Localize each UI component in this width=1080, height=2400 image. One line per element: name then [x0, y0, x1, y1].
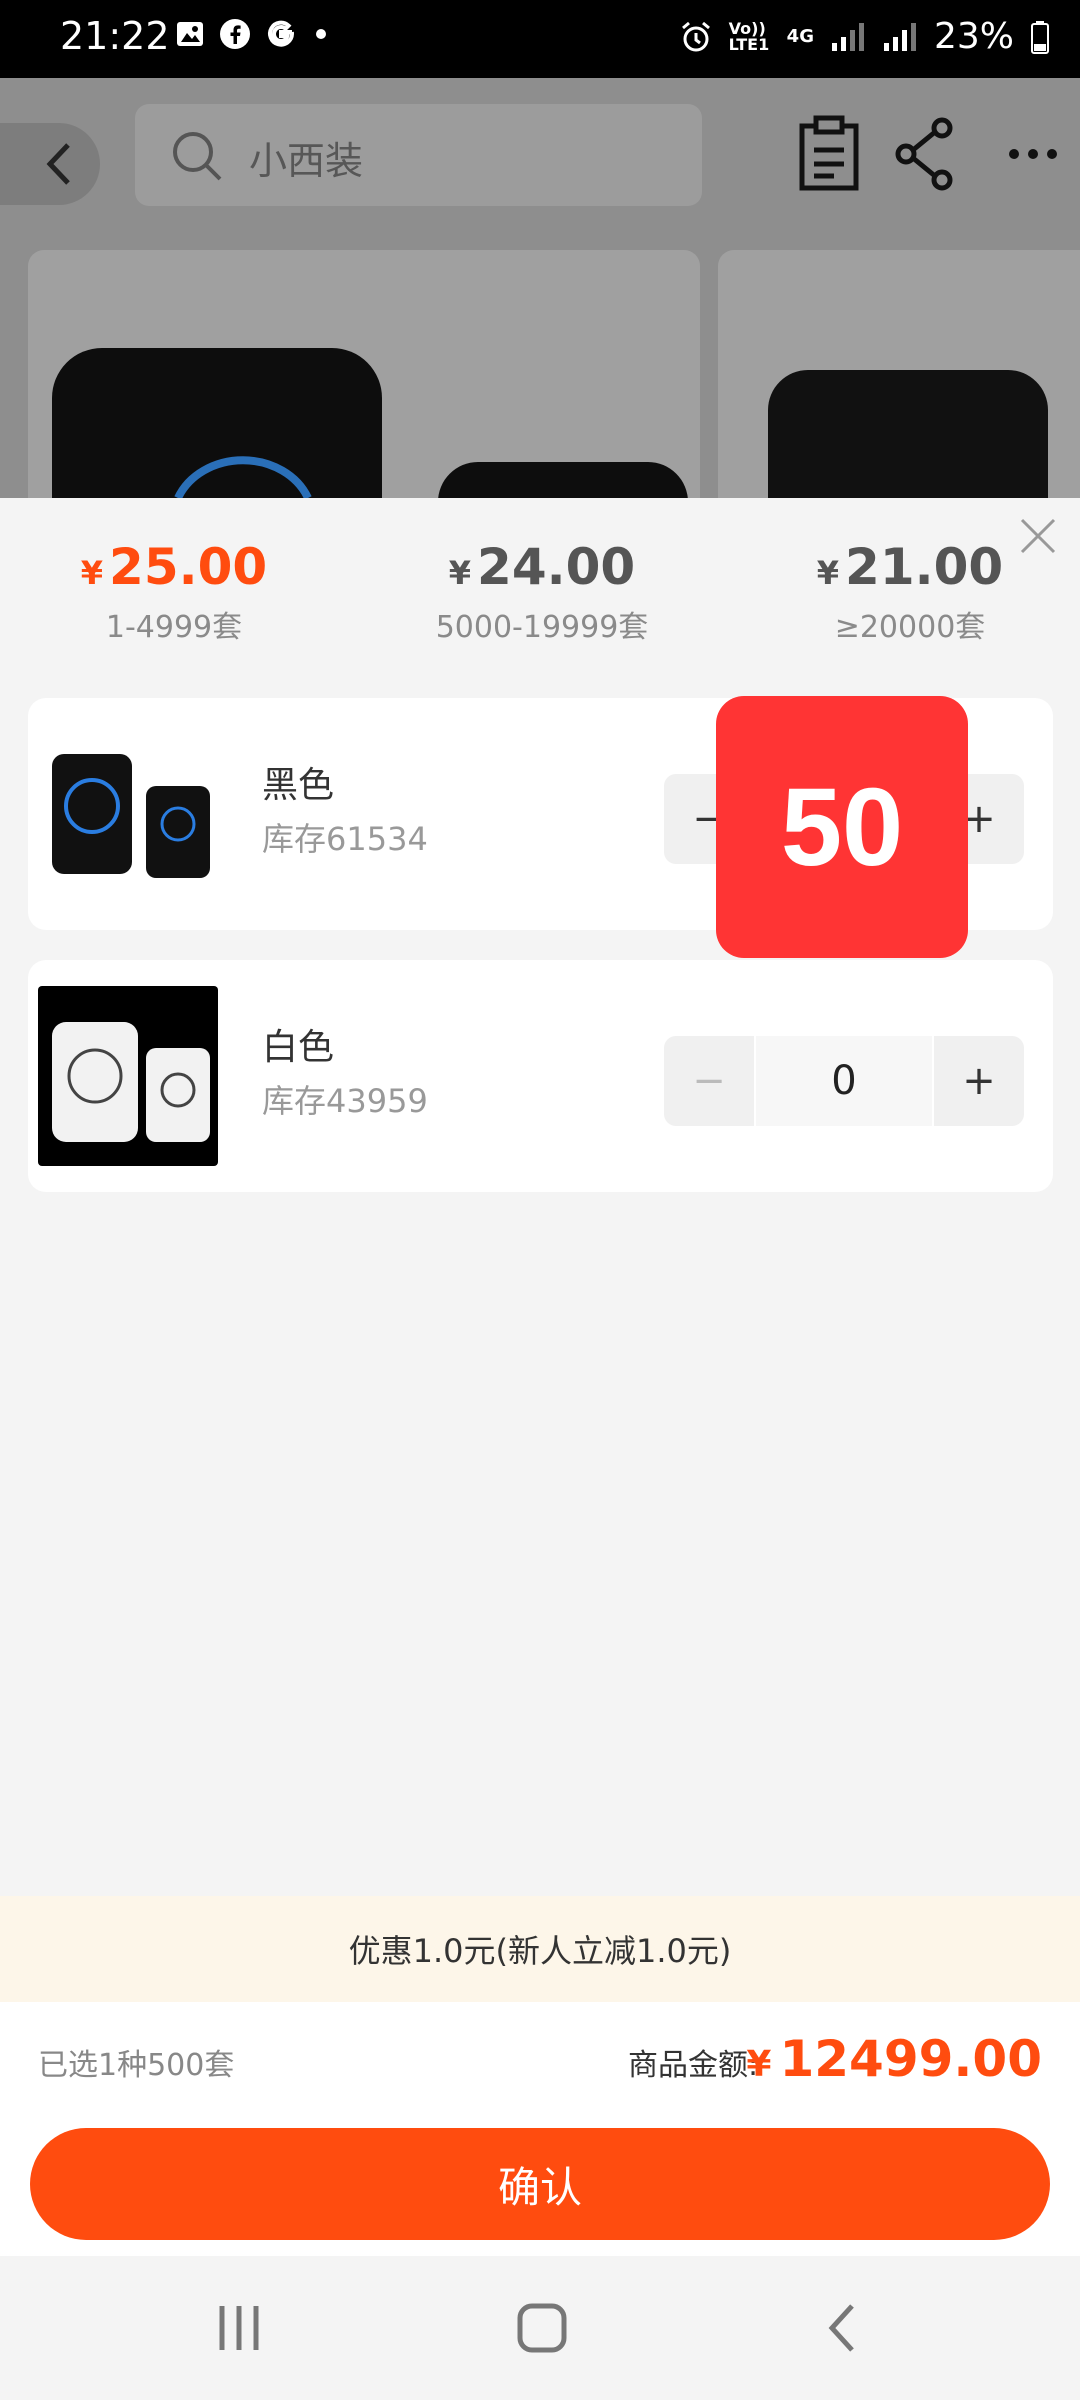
- alarm-icon: [681, 21, 710, 51]
- selected-summary: 已选1种500套: [38, 2048, 235, 2083]
- back-icon[interactable]: [822, 2300, 862, 2356]
- volte-indicator: Vo)) LTE1: [728, 18, 770, 54]
- network-type: 4G: [786, 26, 814, 47]
- variant-thumbnail-black[interactable]: [38, 724, 218, 904]
- currency-symbol: ¥: [448, 554, 472, 592]
- gallery-icon: [177, 22, 203, 46]
- battery-percent: 23%: [933, 16, 1014, 57]
- tier-price: 25.00: [109, 538, 268, 596]
- variant-stock: 库存61534: [262, 820, 428, 858]
- back-button[interactable]: [0, 123, 100, 205]
- signal-icon-2: [883, 22, 916, 51]
- currency-symbol: ¥: [746, 2044, 772, 2085]
- search-placeholder: 小西装: [249, 139, 364, 183]
- recent-apps-icon[interactable]: [214, 2300, 264, 2356]
- variant-row-white: 白色 库存43959 − 0 +: [28, 960, 1053, 1192]
- tier-range: ≥20000套: [834, 610, 986, 645]
- tier-price: 21.00: [845, 538, 1004, 596]
- currency-symbol: ¥: [816, 554, 840, 592]
- quantity-popup: 50: [716, 696, 968, 958]
- tier-range: 5000-19999套: [435, 610, 649, 645]
- price-tier: ¥25.00 1-4999套: [4, 538, 344, 646]
- search-box[interactable]: 小西装: [135, 104, 702, 206]
- price-tier: ¥21.00 ≥20000套: [740, 538, 1080, 646]
- product-page-background: 小西装: [0, 78, 1080, 498]
- back-arrow-icon: [46, 143, 70, 185]
- more-icon[interactable]: [1004, 114, 1064, 194]
- tier-range: 1-4999套: [105, 610, 243, 645]
- signal-icon: [831, 22, 864, 51]
- currency-symbol: ¥: [80, 554, 104, 592]
- amount-label: 商品金额:: [628, 2048, 759, 2083]
- search-icon: [173, 132, 222, 181]
- battery-icon: [1031, 20, 1049, 54]
- doorbell-black-image: [52, 754, 210, 878]
- variant-stock: 库存43959: [262, 1082, 428, 1120]
- clipboard-icon[interactable]: [794, 114, 864, 194]
- variant-name: 白色: [262, 1027, 335, 1068]
- status-time: 21:22: [60, 14, 170, 58]
- quantity-input[interactable]: 0: [754, 1036, 934, 1126]
- product-card-2[interactable]: [718, 250, 1080, 498]
- variant-thumbnail-white[interactable]: [38, 986, 218, 1166]
- facebook-icon: [220, 19, 250, 49]
- product-image: [52, 348, 688, 498]
- system-nav-bar: [0, 2256, 1080, 2400]
- decrement-button[interactable]: −: [664, 1036, 754, 1126]
- doorbell-white-image: [52, 1022, 210, 1142]
- increment-button[interactable]: +: [934, 1036, 1024, 1126]
- home-icon[interactable]: [514, 2300, 570, 2356]
- confirm-button[interactable]: 确认: [30, 2128, 1050, 2240]
- product-card[interactable]: [28, 250, 700, 498]
- product-image-2: [768, 370, 1048, 498]
- variant-name: 黑色: [262, 765, 335, 806]
- quantity-stepper: − 0 +: [664, 1036, 1024, 1126]
- promo-banner: 优惠1.0元(新人立减1.0元): [0, 1896, 1080, 2002]
- amount-value: 12499.00: [779, 2030, 1042, 2088]
- share-icon[interactable]: [890, 114, 960, 194]
- total-amount: ¥12499.00: [746, 2030, 1042, 2088]
- price-tier: ¥24.00 5000-19999套: [372, 538, 712, 646]
- google-icon: [268, 20, 295, 47]
- tier-price: 24.00: [477, 538, 636, 596]
- status-bar: 21:22 Vo)) LTE1 4G 23%: [0, 0, 1080, 78]
- order-summary: 已选1种500套 商品金额: ¥12499.00: [0, 2002, 1080, 2112]
- dot-icon: [316, 29, 326, 39]
